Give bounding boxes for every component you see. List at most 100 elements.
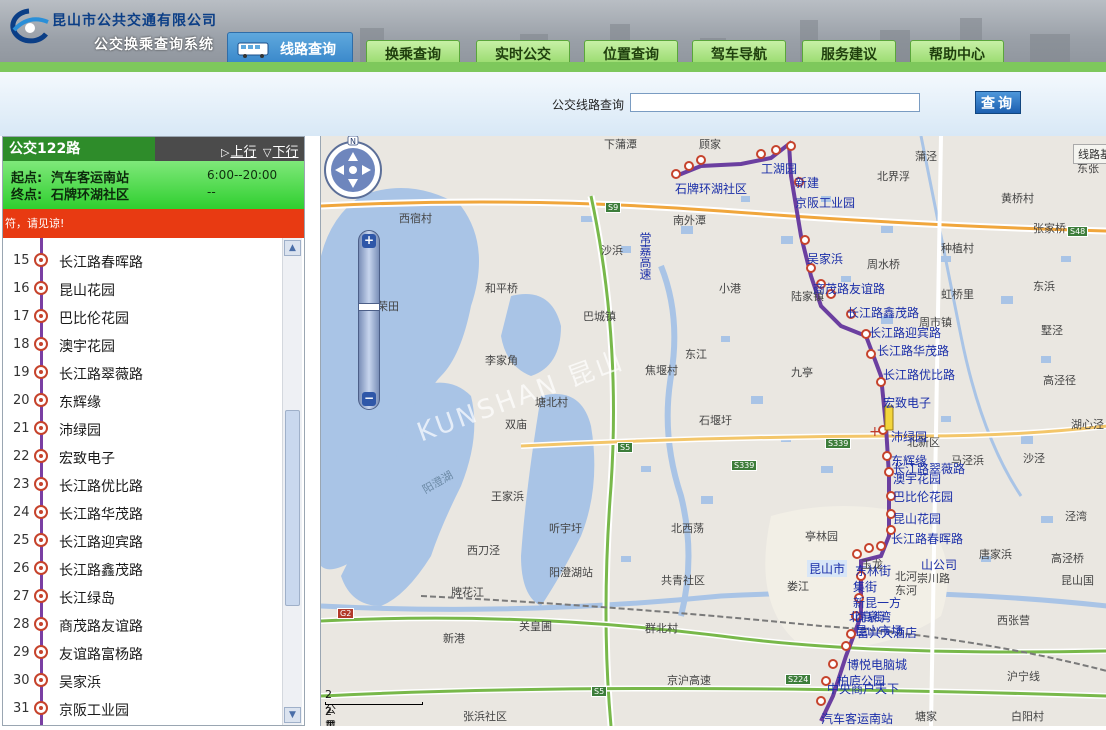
stop-item[interactable]: 17 巴比伦花园 (3, 302, 281, 330)
road-s5-center (321, 616, 1106, 654)
map-stop-label: 宏致电子 (883, 396, 932, 410)
stop-item[interactable]: 27 长江绿岛 (3, 582, 281, 610)
map-place: 京沪高速 (667, 674, 711, 687)
stop-number: 24 (13, 505, 30, 520)
map-place: 东浜 (1033, 280, 1055, 293)
map-place: 东江 (685, 348, 707, 361)
stop-name: 京阪工业园 (59, 703, 129, 719)
map-place: 和平桥 (485, 282, 518, 295)
map-stop-label: 长江路翠薇路 (893, 462, 966, 476)
route-map[interactable]: + 下蒲潭 顾家 西宿村 南外潭 沙浜 常嘉高速 和平桥 巴城镇 李家角 小港 … (320, 136, 1106, 726)
stop-number: 18 (13, 337, 30, 352)
road-badge: S9 (605, 202, 622, 213)
map-place: 共青社区 (661, 574, 705, 587)
map-place: 虹桥里 (941, 288, 974, 301)
map-highway: 常嘉高速 (638, 232, 652, 280)
direction-up-link[interactable]: ▷上行 (221, 141, 256, 160)
notice-banner: 符，请见谅! (3, 209, 304, 238)
stop-marker-icon (34, 589, 48, 603)
stop-item[interactable]: 26 长江路鑫茂路 (3, 554, 281, 582)
stop-number: 30 (13, 673, 30, 688)
stop-item[interactable]: 25 长江路迎宾路 (3, 526, 281, 554)
stop-item[interactable]: 20 东辉缘 (3, 386, 281, 414)
map-stop-label: 长江路春晖路 (891, 532, 964, 546)
map-place: 西宿村 (399, 212, 432, 225)
direction-down-label: 下行 (272, 145, 299, 160)
app-root: 昆山市公共交通有限公司 公交换乘查询系统 线路查询 换乘查询 实时公交 位置查询… (0, 0, 1106, 730)
map-stop-label: 巴比伦花园 (893, 490, 954, 504)
query-band: 公交线路查询 查询 (0, 72, 1106, 136)
map-stop-label: 长江路华茂路 (877, 344, 950, 358)
map-place: 听宇圩 (549, 522, 582, 535)
stop-item[interactable]: 23 长江路优比路 (3, 470, 281, 498)
stop-name: 商茂路友谊路 (59, 619, 143, 635)
route-tag[interactable]: 线路基 (1073, 144, 1106, 164)
map-city: 昆山市 (807, 560, 848, 577)
map-place: 泾湾 (1065, 510, 1087, 523)
map-stop-label: 昆山花园 (893, 512, 942, 526)
stop-marker-icon (34, 365, 48, 379)
map-place: 石堰圩 (699, 414, 732, 427)
stop-number: 31 (13, 701, 30, 716)
stop-name: 吴家浜 (59, 675, 101, 691)
direction-down-link[interactable]: ▽下行 (263, 141, 298, 160)
stop-item[interactable]: 30 吴家浜 (3, 666, 281, 694)
stop-item[interactable]: 15 长江路春晖路 (3, 246, 281, 274)
map-stop-label: 京阪工业园 (795, 196, 856, 210)
stop-item[interactable]: 16 昆山花园 (3, 274, 281, 302)
stop-number: 23 (13, 477, 30, 492)
scroll-down-arrow-icon[interactable]: ▼ (284, 707, 301, 723)
stop-marker-icon (34, 673, 48, 687)
bus-icon (237, 42, 269, 58)
stop-marker-icon (34, 701, 48, 715)
map-place: 小港 (719, 282, 741, 295)
stop-marker-icon (34, 309, 48, 323)
route-query-input[interactable] (630, 93, 920, 112)
tab-label: 位置查询 (603, 47, 659, 63)
map-stop-label: 集街 (853, 580, 878, 594)
scroll-up-arrow-icon[interactable]: ▲ (284, 240, 301, 256)
map-stop-label: 博悦电脑城 (847, 658, 908, 672)
stop-number: 16 (13, 281, 30, 296)
stop-item[interactable]: 29 友谊路富杨路 (3, 638, 281, 666)
stop-item[interactable]: 21 沛绿园 (3, 414, 281, 442)
map-place: 唐家浜 (979, 548, 1012, 561)
stop-marker-icon (34, 533, 48, 547)
zoom-out-icon[interactable]: − (362, 392, 376, 406)
stop-number: 19 (13, 365, 30, 380)
scale-mi-label: 2 英里 (325, 705, 336, 726)
stop-marker-icon (34, 561, 48, 575)
zoom-in-icon[interactable]: + (362, 234, 376, 248)
stop-item[interactable]: 24 长江路华茂路 (3, 498, 281, 526)
map-stop-label: 石牌环湖社区 (675, 182, 748, 196)
site-header: 昆山市公共交通有限公司 公交换乘查询系统 线路查询 换乘查询 实时公交 位置查询… (0, 0, 1106, 72)
map-place: 王家浜 (491, 490, 524, 503)
stop-list-scrollbar[interactable]: ▲ ▼ (282, 238, 302, 725)
stop-name: 长江路翠薇路 (59, 367, 143, 383)
stop-item[interactable]: 19 长江路翠薇路 (3, 358, 281, 386)
stop-number: 17 (13, 309, 30, 324)
road-badge: S48 (1067, 226, 1089, 237)
stop-marker-icon (34, 421, 48, 435)
map-place: 西张营 (997, 614, 1030, 627)
scale-bar (325, 702, 423, 705)
map-stop-label: 长江路迎宾路 (869, 326, 942, 340)
scroll-thumb[interactable] (285, 410, 300, 606)
map-pan-control-icon[interactable]: N (321, 136, 385, 202)
service-time: 6:00--20:00 (207, 168, 278, 182)
map-place: 北界浮 (877, 170, 910, 183)
map-place: 群北村 (645, 622, 678, 635)
stop-name: 长江路鑫茂路 (59, 563, 143, 579)
stop-item[interactable]: 18 澳宇花园 (3, 330, 281, 358)
stop-item[interactable]: 22 宏致电子 (3, 442, 281, 470)
map-place: 塘家 (915, 710, 937, 723)
zoom-slider[interactable]: + − (358, 230, 380, 410)
stop-item[interactable]: 31 京阪工业园 (3, 694, 281, 722)
header-green-bar (0, 62, 1106, 72)
skyline-building (1030, 34, 1070, 64)
zoom-handle[interactable] (358, 303, 380, 311)
stop-number: 15 (13, 253, 30, 268)
query-button[interactable]: 查询 (975, 91, 1021, 114)
stop-item[interactable]: 28 商茂路友谊路 (3, 610, 281, 638)
map-place: 南外潭 (673, 214, 706, 227)
